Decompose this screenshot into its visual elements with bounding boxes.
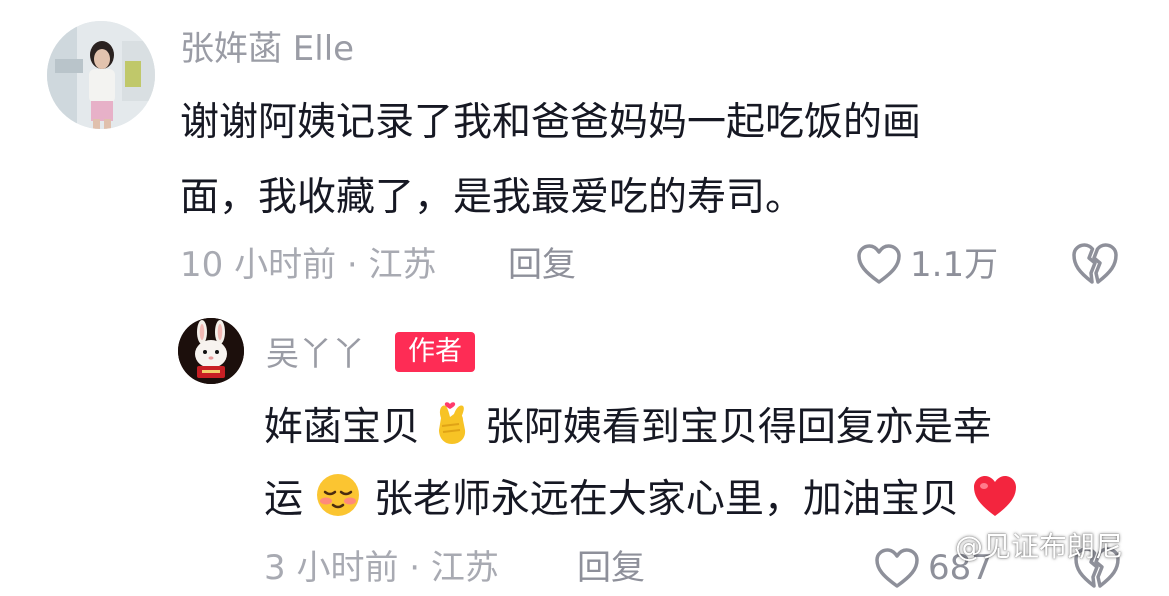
comment-text-line2: 面，我收藏了，是我最爱吃的寿司。	[180, 175, 805, 220]
reply-user-avatar[interactable]	[178, 318, 244, 384]
like-count: 1.1万	[910, 245, 999, 285]
comment-text-line1: 谢谢阿姨记录了我和爸爸妈妈一起吃饭的画	[180, 100, 922, 145]
reply-text-segment: 姩菡宝贝	[264, 405, 421, 450]
reply-button[interactable]: 回复	[577, 548, 645, 588]
red-heart-emoji-icon	[971, 474, 1019, 531]
reply-text-segment: 运	[264, 477, 304, 522]
reply-time-location: 3 小时前 · 江苏	[264, 548, 499, 588]
finger-heart-emoji-icon	[432, 400, 472, 459]
comment-time-location: 10 小时前 · 江苏	[180, 245, 437, 285]
reply-text-segment: 张老师永远在大家心里，加油宝贝	[373, 477, 959, 522]
broken-heart-icon[interactable]	[1070, 240, 1120, 288]
reply-username[interactable]: 吴丫丫	[266, 334, 365, 374]
reply-text-segment: 张阿姨看到宝贝得回复亦是幸	[484, 405, 992, 450]
comment-username[interactable]: 张姩菡 Elle	[180, 29, 354, 69]
reply-text-line2: 运 张老师永远在大家心里，加油宝贝	[264, 472, 1019, 531]
user-avatar[interactable]	[47, 21, 155, 129]
shy-smile-emoji-icon	[315, 472, 361, 531]
reply-text-line1: 姩菡宝贝 张阿姨看到宝贝得回复亦是幸	[264, 400, 992, 459]
watermark: @见证布朗尼	[955, 530, 1124, 563]
heart-outline-icon[interactable]	[873, 546, 921, 590]
heart-outline-icon[interactable]	[855, 242, 903, 286]
author-badge: 作者	[395, 332, 475, 372]
reply-button[interactable]: 回复	[508, 245, 576, 285]
